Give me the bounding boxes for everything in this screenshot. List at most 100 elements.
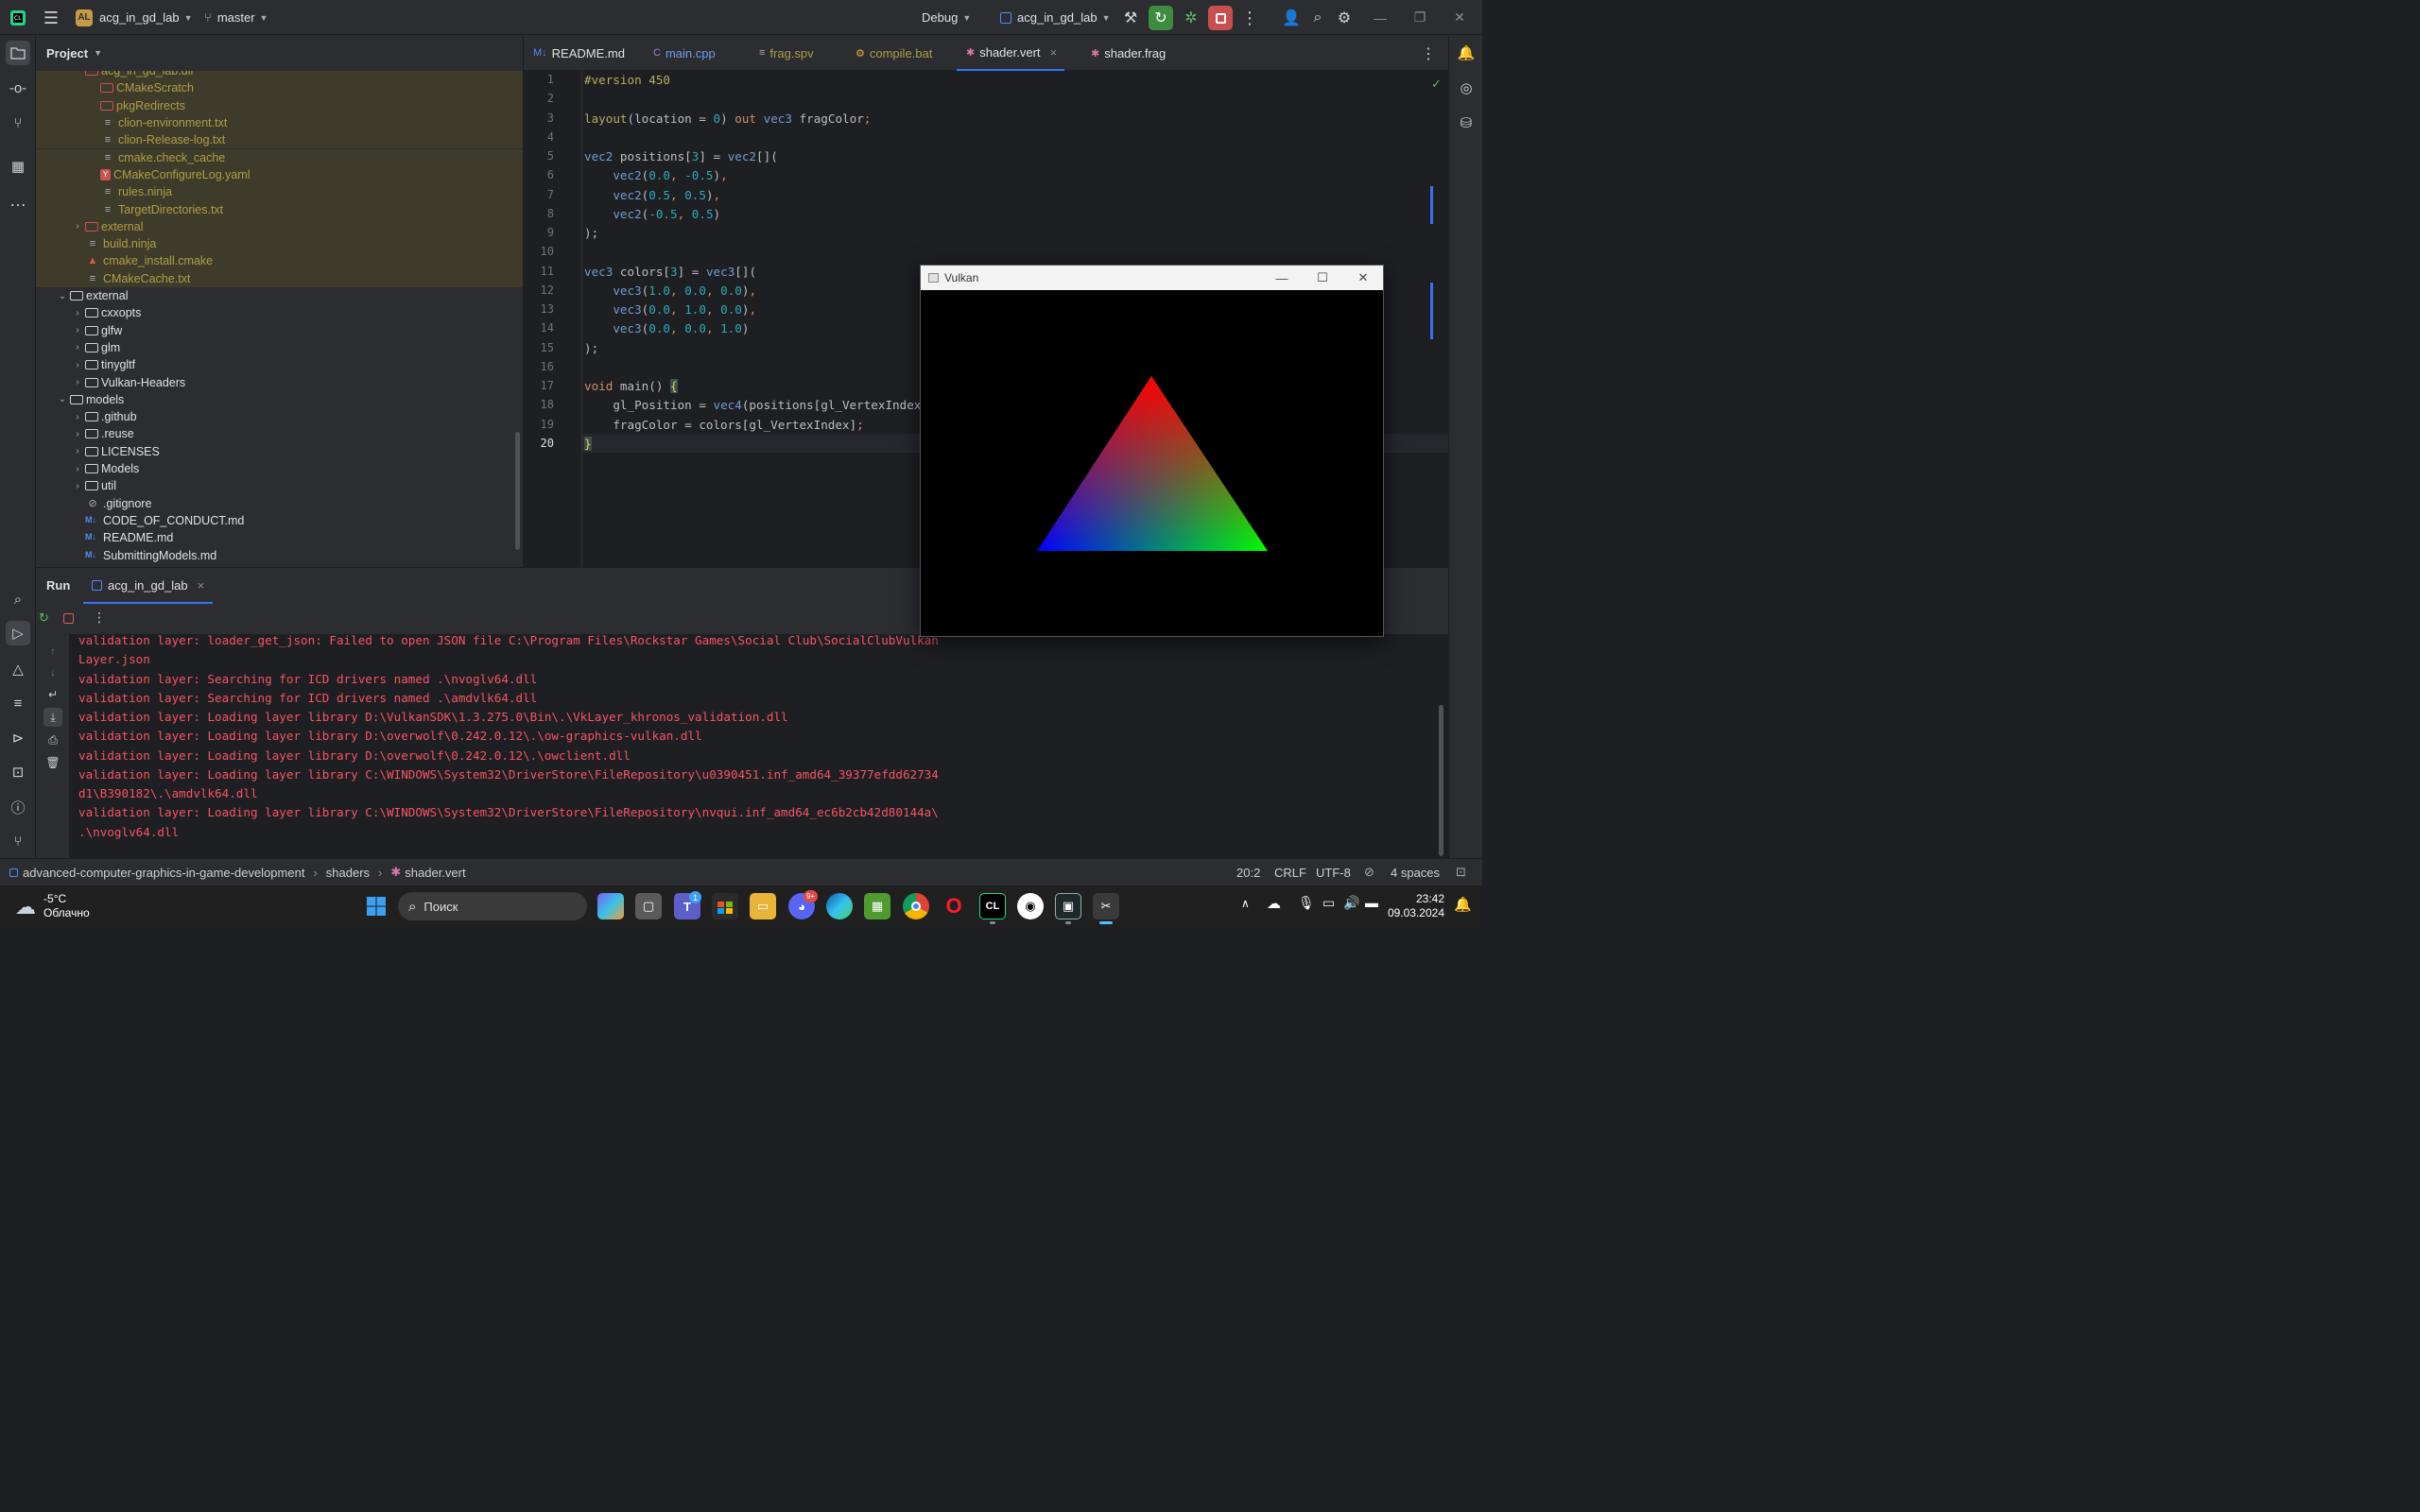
messages-icon[interactable]: ≡ (6, 691, 30, 715)
project-panel-header[interactable]: Project ▼ (36, 35, 523, 71)
breadcrumb-item[interactable]: advanced-computer-graphics-in-game-devel… (23, 866, 304, 880)
weather-desc[interactable]: Облачно (43, 906, 90, 919)
indent-setting[interactable]: 4 spaces (1391, 859, 1440, 885)
console-scrollbar[interactable] (1439, 705, 1443, 856)
volume-icon[interactable]: 🔊 (1343, 895, 1359, 911)
code-line[interactable]: #version 450 (584, 73, 670, 87)
window-maximize-button[interactable]: ❐ (1401, 0, 1439, 35)
taskbar-search-box[interactable]: ⌕ Поиск (398, 892, 587, 920)
print-icon[interactable]: ⎙ (43, 730, 62, 749)
code-line[interactable]: fragColor = colors[gl_VertexIndex]; (584, 418, 863, 432)
add-user-icon[interactable]: 👤 (1279, 6, 1304, 30)
editor-tab[interactable]: M↓ README.md (533, 35, 625, 71)
settings-gear-icon[interactable]: ⚙ (1332, 6, 1357, 30)
tree-item[interactable]: ≡ CMakeCache.txt (36, 269, 523, 287)
tree-item[interactable]: M↓ CODE_OF_CONDUCT.md (36, 512, 523, 529)
stop-button[interactable] (1208, 6, 1233, 30)
expand-arrow-icon[interactable]: ⌄ (57, 394, 68, 404)
find-icon[interactable]: ⌕ (6, 587, 30, 611)
cmake-icon[interactable]: △ (6, 657, 30, 681)
onedrive-cloud-icon[interactable]: ☁ (1267, 895, 1281, 912)
tree-item[interactable]: › LICENSES (36, 443, 523, 460)
no-problems-check-icon[interactable]: ✓ (1431, 77, 1442, 92)
tree-item[interactable]: pkgRedirects (36, 96, 523, 114)
file-encoding[interactable]: UTF-8 (1316, 859, 1351, 885)
vulkan-titlebar[interactable]: Vulkan — ☐ ✕ (921, 266, 1383, 290)
task-view-icon[interactable]: ▢ (635, 893, 662, 919)
rerun-icon[interactable]: ↻ (39, 610, 49, 626)
cloud-weather-icon[interactable]: ☁ (15, 895, 36, 919)
code-line[interactable]: vec2 positions[3] = vec2[]( (584, 149, 778, 163)
line-separator[interactable]: CRLF (1274, 859, 1306, 885)
more-actions-icon[interactable]: ⋮ (1237, 6, 1262, 30)
tree-item[interactable]: Y CMakeConfigureLog.yaml (36, 165, 523, 184)
tree-item[interactable]: acg_in_gd_lab.dir (36, 71, 523, 80)
expand-arrow-icon[interactable]: ⌄ (57, 291, 68, 301)
tree-item[interactable]: M↓ README.md (36, 529, 523, 546)
code-line[interactable]: } (584, 436, 592, 451)
windows-start-icon[interactable] (363, 893, 389, 919)
github-desktop-icon[interactable]: ◉ (1017, 893, 1044, 919)
tree-item[interactable]: › cxxopts (36, 304, 523, 321)
code-line[interactable]: ); (584, 341, 598, 355)
tab-close-icon[interactable]: × (1050, 45, 1058, 60)
tree-item[interactable]: › .github (36, 408, 523, 425)
tree-item[interactable]: › glm (36, 339, 523, 356)
debug-bug-icon[interactable]: ✲ (1179, 6, 1203, 30)
code-line[interactable]: ); (584, 226, 598, 240)
code-line[interactable]: gl_Position = vec4(positions[gl_VertexIn… (584, 398, 928, 412)
project-folder-icon[interactable] (6, 41, 30, 65)
tree-item[interactable]: › Vulkan-Headers (36, 373, 523, 390)
more-actions-icon[interactable]: ⋮ (93, 610, 106, 626)
tree-item[interactable]: › external (36, 217, 523, 235)
expand-arrow-icon[interactable]: › (72, 221, 83, 232)
tree-item[interactable]: ⊘ .gitignore (36, 495, 523, 512)
editor-tab[interactable]: ✱ shader.frag (1091, 35, 1166, 71)
vulkan-window[interactable]: Vulkan — ☐ ✕ (920, 265, 1384, 637)
tabs-more-icon[interactable]: ⋮ (1421, 44, 1436, 63)
tree-item[interactable]: › glfw (36, 322, 523, 339)
lock-icon[interactable]: ⊡ (1456, 859, 1466, 885)
notifications-bell-icon[interactable]: 🔔 (1454, 41, 1478, 65)
expand-arrow-icon[interactable]: › (72, 325, 83, 335)
breadcrumb-item[interactable]: shader.vert (405, 866, 465, 880)
ai-assistant-icon[interactable]: ◎ (1454, 76, 1478, 100)
run-config-select[interactable]: acg_in_gd_lab ▼ (1000, 0, 1111, 35)
tree-item[interactable]: › util (36, 477, 523, 494)
snipping-tool-icon[interactable]: ✂ (1093, 893, 1119, 919)
expand-arrow-icon[interactable]: › (72, 360, 83, 370)
project-tree-scrollbar[interactable] (515, 432, 520, 550)
tree-item[interactable]: ≡ clion-environment.txt (36, 113, 523, 132)
tree-item[interactable]: ≡ TargetDirectories.txt (36, 200, 523, 218)
battery-icon[interactable]: ▬ (1365, 895, 1378, 910)
search-icon[interactable]: ⌕ (1305, 6, 1330, 30)
editor-tab[interactable]: ≡ frag.spv (759, 35, 814, 71)
tree-item[interactable]: ⌄ external (36, 287, 523, 304)
vulkan-close-button[interactable]: ✕ (1342, 266, 1384, 290)
tree-item[interactable]: ⌄ models (36, 391, 523, 408)
pull-requests-icon[interactable]: ⑂ (6, 111, 30, 135)
code-line[interactable]: vec3 colors[3] = vec3[]( (584, 265, 756, 279)
code-line[interactable]: vec2(0.5, 0.5), (584, 188, 720, 202)
tree-item[interactable]: ≡ build.ninja (36, 235, 523, 253)
console-output[interactable]: validation layer: loader_get_json: Faile… (69, 633, 1448, 859)
tree-item[interactable]: › .reuse (36, 425, 523, 442)
editor-tab[interactable]: ⚙ compile.bat (856, 35, 932, 71)
down-arrow-icon[interactable]: ↓ (43, 662, 62, 681)
scroll-to-end-icon[interactable]: ⤓ (43, 708, 62, 727)
expand-arrow-icon[interactable]: › (72, 481, 83, 491)
edge-icon[interactable] (826, 893, 853, 919)
weather-temp[interactable]: -5°C (43, 892, 66, 905)
code-line[interactable]: vec2(0.0, -0.5), (584, 168, 727, 182)
expand-arrow-icon[interactable]: › (72, 377, 83, 387)
tree-item[interactable]: CMakeScratch (36, 79, 523, 97)
microphone-icon[interactable]: 🎙 (1298, 895, 1315, 911)
readonly-toggle-icon[interactable]: ⊘ (1364, 859, 1374, 885)
commit-icon[interactable]: -o- (6, 76, 30, 100)
services-icon[interactable]: ⊳ (6, 726, 30, 750)
expand-arrow-icon[interactable]: › (72, 446, 83, 456)
tree-item[interactable]: › tinygltf (36, 356, 523, 373)
breadcrumb-item[interactable]: shaders (326, 866, 370, 880)
tree-item[interactable]: ▲ cmake_install.cmake (36, 252, 523, 270)
chrome-icon[interactable] (903, 893, 929, 919)
